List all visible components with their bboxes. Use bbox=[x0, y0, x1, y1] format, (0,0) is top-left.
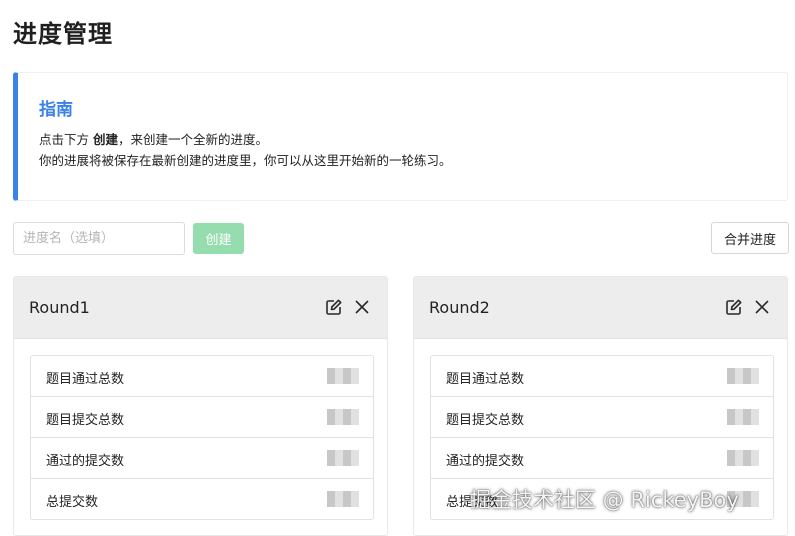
round-card-header: Round2 bbox=[414, 277, 787, 339]
stat-row: 题目提交总数 bbox=[431, 397, 773, 438]
round-title: Round2 bbox=[429, 298, 490, 317]
round-card: Round1 题目通过总数 题目提交总数 通过的提交数 总提交数 bbox=[13, 276, 388, 536]
stat-value-redacted bbox=[727, 409, 759, 425]
guide-line-1-prefix: 点击下方 bbox=[39, 132, 93, 147]
stat-value-redacted bbox=[327, 491, 359, 507]
stat-row: 题目通过总数 bbox=[31, 356, 373, 397]
stat-label: 题目通过总数 bbox=[46, 372, 125, 387]
create-button[interactable]: 创建 bbox=[193, 223, 244, 254]
stat-label: 题目提交总数 bbox=[46, 413, 125, 428]
round-title: Round1 bbox=[29, 298, 90, 317]
guide-line-1-bold: 创建 bbox=[92, 132, 118, 147]
stat-row: 通过的提交数 bbox=[31, 438, 373, 479]
stats-list: 题目通过总数 题目提交总数 通过的提交数 总提交数 bbox=[30, 355, 374, 520]
stat-value-redacted bbox=[327, 450, 359, 466]
progress-name-input[interactable] bbox=[13, 222, 185, 255]
round-card-header: Round1 bbox=[14, 277, 387, 339]
close-icon[interactable] bbox=[753, 298, 771, 316]
stat-row: 通过的提交数 bbox=[431, 438, 773, 479]
guide-line-2: 你的进展将被保存在最新创建的进度里，你可以从这里开始新的一轮练习。 bbox=[39, 153, 452, 168]
stat-label: 通过的提交数 bbox=[446, 454, 525, 469]
watermark: 掘金技术社区 @ RickeyBoy bbox=[470, 488, 739, 512]
stat-label: 通过的提交数 bbox=[46, 454, 125, 469]
stat-value-redacted bbox=[727, 368, 759, 384]
edit-icon[interactable] bbox=[325, 298, 343, 316]
stat-row: 题目提交总数 bbox=[31, 397, 373, 438]
stat-label: 题目通过总数 bbox=[446, 372, 525, 387]
close-icon[interactable] bbox=[353, 298, 371, 316]
stat-label: 总提交数 bbox=[46, 495, 99, 510]
guide-line-1-suffix: ，来创建一个全新的进度。 bbox=[118, 132, 269, 147]
stat-row: 题目通过总数 bbox=[431, 356, 773, 397]
edit-icon[interactable] bbox=[725, 298, 743, 316]
stat-value-redacted bbox=[727, 450, 759, 466]
page-title: 进度管理 bbox=[13, 20, 113, 48]
guide-line-1: 点击下方 创建，来创建一个全新的进度。 bbox=[39, 129, 268, 148]
guide-panel: 指南 点击下方 创建，来创建一个全新的进度。 你的进展将被保存在最新创建的进度里… bbox=[13, 72, 788, 201]
stat-label: 题目提交总数 bbox=[446, 413, 525, 428]
merge-progress-button[interactable]: 合并进度 bbox=[711, 222, 789, 254]
stat-value-redacted bbox=[327, 409, 359, 425]
stat-row: 总提交数 bbox=[31, 479, 373, 519]
guide-title: 指南 bbox=[39, 100, 73, 120]
stat-value-redacted bbox=[327, 368, 359, 384]
